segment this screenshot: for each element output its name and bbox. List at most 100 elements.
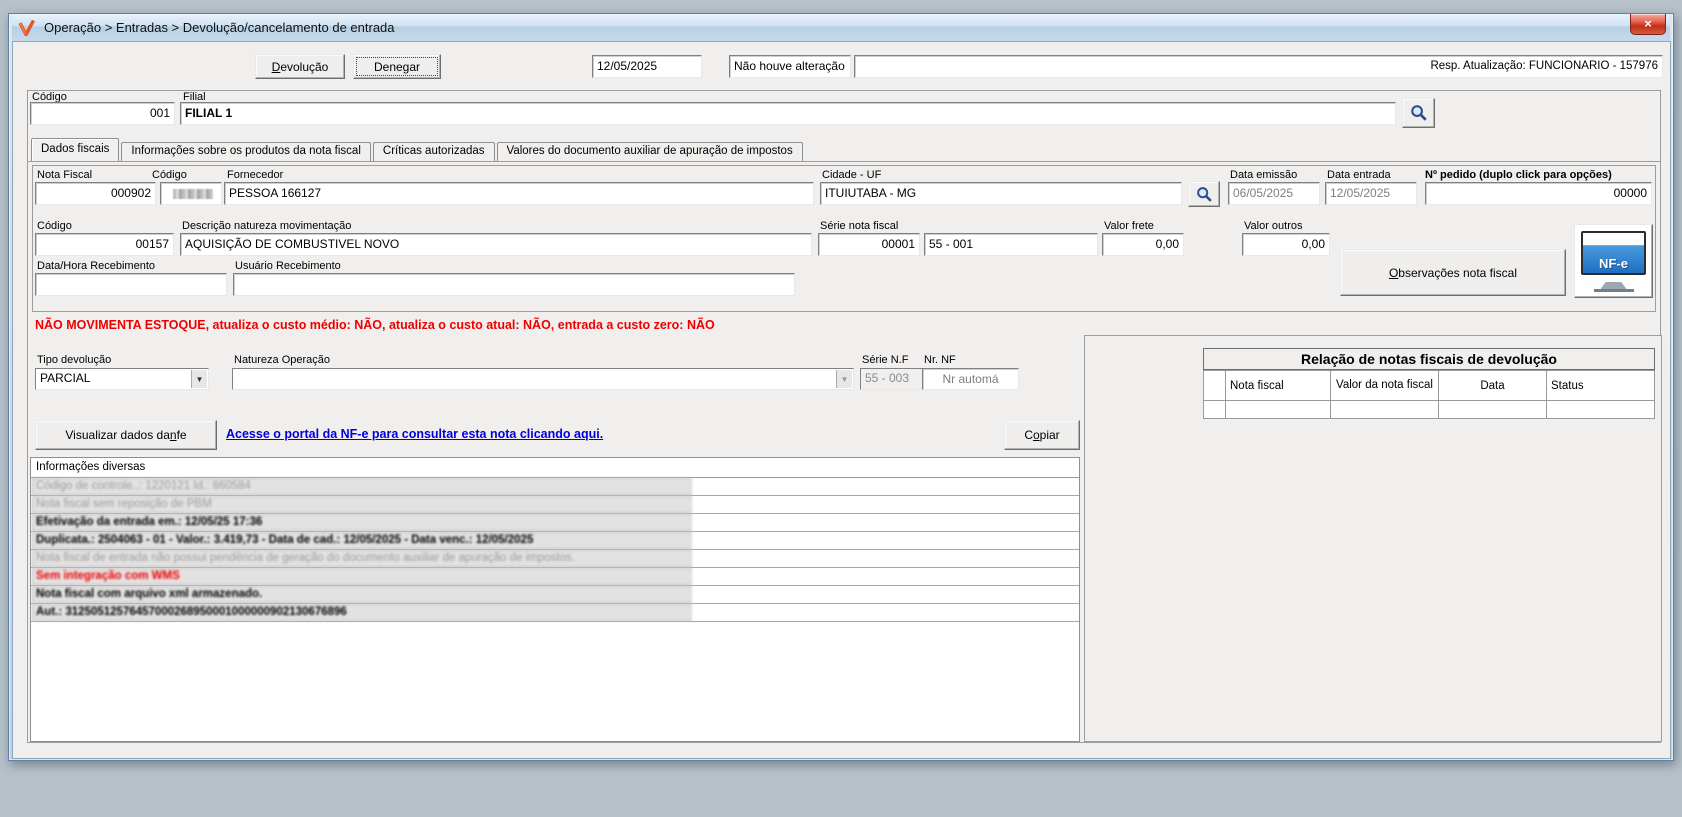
info-row-text: Nota fiscal com arquivo xml armazenado.: [32, 586, 692, 603]
tipo-devolucao-label: Tipo devolução: [37, 354, 111, 366]
nfe-monitor-icon: NF-e: [1581, 231, 1646, 275]
relacao-col-nota-fiscal: Nota fiscal: [1225, 370, 1331, 401]
tipo-devolucao-select[interactable]: PARCIAL ▼: [35, 368, 209, 390]
data-emissao-field: 06/05/2025: [1228, 182, 1320, 205]
app-logo-icon: [18, 20, 36, 36]
tab-valores-documento[interactable]: Valores do documento auxiliar de apuraçã…: [497, 142, 803, 161]
natureza-codigo-field[interactable]: 00157: [35, 233, 174, 256]
info-row-text: Aut.: 3125051257645700026895000100000090…: [32, 604, 692, 621]
visualizar-danfe-button[interactable]: Visualizar dados danfe: [35, 420, 217, 450]
desktop: Operação > Entradas > Devolução/cancelam…: [0, 0, 1682, 817]
nfe-image-button[interactable]: NF-e: [1574, 224, 1653, 298]
info-row-text: Sem integração com WMS: [32, 568, 692, 585]
info-row-text: Código de controle..: 1220121 Id.: 86058…: [32, 478, 692, 495]
nfe-monitor-stand: [1601, 282, 1627, 289]
search-icon: [1410, 104, 1428, 122]
info-row-text: Duplicata.: 2504063 - 01 - Valor.: 3.419…: [32, 532, 692, 549]
relacao-col-data: Data: [1438, 370, 1547, 401]
relacao-empty-cell[interactable]: [1438, 400, 1547, 419]
informacoes-diversas-title: Informações diversas: [31, 458, 1079, 478]
info-row: Código de controle..: 1220121 Id.: 86058…: [31, 478, 1079, 496]
nfe-portal-link[interactable]: Acesse o portal da NF-e para consultar e…: [226, 427, 603, 441]
relacao-empty-cell[interactable]: [1225, 400, 1331, 419]
window-title: Operação > Entradas > Devolução/cancelam…: [44, 20, 395, 35]
estoque-warning-text: NÃO MOVIMENTA ESTOQUE, atualiza o custo …: [35, 318, 715, 332]
tab-dados-fiscais[interactable]: Dados fiscais: [31, 138, 119, 161]
relacao-empty-cell[interactable]: [1203, 400, 1226, 419]
tipo-devolucao-value: PARCIAL: [40, 371, 90, 385]
info-row-text: Efetivação da entrada em.: 12/05/25 17:3…: [32, 514, 692, 531]
cidade-uf-field[interactable]: ITUIUTABA - MG: [820, 182, 1182, 205]
filial-search-button[interactable]: [1402, 98, 1435, 128]
recebimento-usuario-label: Usuário Recebimento: [235, 260, 341, 272]
valor-outros-label: Valor outros: [1244, 220, 1303, 232]
chevron-down-icon[interactable]: ▼: [191, 370, 207, 388]
info-row: Sem integração com WMS: [31, 568, 1079, 586]
fornecedor-codigo-redacted-value: [173, 189, 213, 199]
nfe-logo-text: NF-e: [1583, 256, 1644, 271]
valor-frete-field[interactable]: 0,00: [1102, 233, 1184, 256]
relacao-col-valor: Valor da nota fiscal: [1330, 370, 1439, 401]
relacao-col-status: Status: [1546, 370, 1655, 401]
informacoes-diversas-panel: Informações diversas Código de controle.…: [30, 457, 1080, 742]
close-icon[interactable]: ×: [1630, 14, 1666, 35]
window-body: Devolução Denegar 12/05/2025 Não houve a…: [12, 41, 1671, 759]
relacao-empty-cell[interactable]: [1330, 400, 1439, 419]
fornecedor-field[interactable]: PESSOA 166127: [224, 182, 814, 205]
tab-criticas-autorizadas[interactable]: Críticas autorizadas: [373, 142, 495, 161]
info-row: Aut.: 3125051257645700026895000100000090…: [31, 604, 1079, 622]
numero-pedido-label: Nº pedido (duplo click para opções): [1425, 169, 1612, 181]
codigo-filial-field[interactable]: 001: [30, 102, 175, 125]
data-emissao-label: Data emissão: [1230, 169, 1297, 181]
filial-field[interactable]: FILIAL 1: [180, 102, 1396, 125]
copiar-button[interactable]: Copiar: [1004, 420, 1080, 450]
recebimento-usuario-field[interactable]: [233, 273, 795, 296]
nr-nf-field: Nr automá: [922, 368, 1019, 390]
info-row-text: Nota fiscal sem reposição de PBM: [32, 496, 692, 513]
relacao-col-selector: [1203, 370, 1226, 401]
fornecedor-search-button[interactable]: [1188, 181, 1220, 207]
natureza-operacao-select[interactable]: ▼: [232, 368, 854, 390]
natureza-codigo-label: Código: [37, 220, 72, 232]
serie-nf-value: 55 - 003: [865, 371, 909, 385]
app-window: Operação > Entradas > Devolução/cancelam…: [8, 13, 1674, 761]
observacoes-nota-fiscal-button[interactable]: Observações nota fiscal: [1340, 249, 1566, 296]
current-date-field: 12/05/2025: [592, 55, 702, 78]
alteration-status-field: Não houve alteração: [729, 55, 851, 78]
tab-informacoes-produtos[interactable]: Informações sobre os produtos da nota fi…: [121, 142, 371, 161]
relacao-notas-panel: Relação de notas fiscais de devolução No…: [1084, 335, 1662, 742]
serie-nota-fiscal-field[interactable]: 00001: [818, 233, 920, 256]
nota-fiscal-label: Nota Fiscal: [37, 169, 92, 181]
relacao-empty-cell[interactable]: [1546, 400, 1655, 419]
chevron-down-icon[interactable]: ▼: [836, 370, 852, 388]
natureza-descricao-label: Descrição natureza movimentação: [182, 220, 351, 232]
devolucao-button[interactable]: Devolução: [255, 54, 345, 79]
info-row: Efetivação da entrada em.: 12/05/25 17:3…: [31, 514, 1079, 532]
serie-modelo-field[interactable]: 55 - 001: [924, 233, 1098, 256]
nota-fiscal-field[interactable]: 000902: [35, 182, 156, 205]
titlebar[interactable]: Operação > Entradas > Devolução/cancelam…: [12, 14, 1670, 41]
data-entrada-field: 12/05/2025: [1325, 182, 1417, 205]
natureza-descricao-field[interactable]: AQUISIÇÃO DE COMBUSTIVEL NOVO: [180, 233, 812, 256]
serie-nf-label: Série N.F: [862, 354, 908, 366]
numero-pedido-field[interactable]: 00000: [1425, 182, 1652, 205]
recebimento-data-field[interactable]: [35, 273, 227, 296]
info-row-text: Nota fiscal de entrada não possui pendên…: [32, 550, 692, 567]
valor-frete-label: Valor frete: [1104, 220, 1154, 232]
tab-strip: Dados fiscais Informações sobre os produ…: [31, 139, 805, 161]
relacao-notas-title: Relação de notas fiscais de devolução: [1203, 348, 1655, 370]
info-row: Nota fiscal com arquivo xml armazenado.: [31, 586, 1079, 604]
data-entrada-label: Data entrada: [1327, 169, 1391, 181]
info-row: Duplicata.: 2504063 - 01 - Valor.: 3.419…: [31, 532, 1079, 550]
fornecedor-codigo-label: Código: [152, 169, 187, 181]
nr-nf-label: Nr. NF: [924, 354, 956, 366]
info-row: Nota fiscal sem reposição de PBM: [31, 496, 1079, 514]
fornecedor-label: Fornecedor: [227, 169, 283, 181]
search-icon: [1196, 186, 1213, 203]
valor-outros-field[interactable]: 0,00: [1242, 233, 1330, 256]
serie-nota-fiscal-label: Série nota fiscal: [820, 220, 898, 232]
denegar-button[interactable]: Denegar: [353, 54, 441, 79]
nfe-monitor-base: [1594, 289, 1634, 292]
cidade-uf-label: Cidade - UF: [822, 169, 881, 181]
recebimento-data-label: Data/Hora Recebimento: [37, 260, 155, 272]
